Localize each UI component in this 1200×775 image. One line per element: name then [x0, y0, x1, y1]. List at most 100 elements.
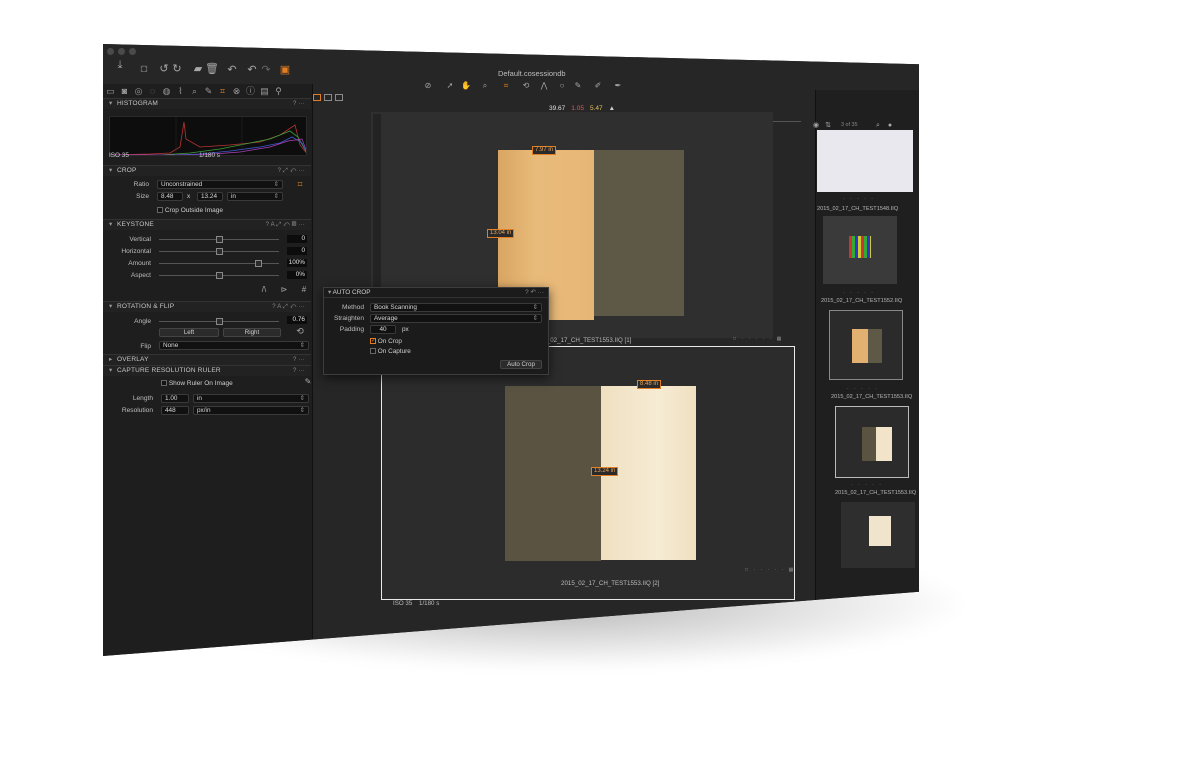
film-thumb-3[interactable]	[835, 406, 909, 478]
keystone-horizontal-knob[interactable]	[215, 248, 223, 255]
crop-header-icons[interactable]: ? ⤢ ↶ ···	[278, 166, 305, 176]
film-thumb-2-rating[interactable]: · · · · ·	[847, 386, 879, 392]
auto-crop-padding-input[interactable]: 40	[370, 325, 396, 334]
crop-width-input[interactable]: 8.48	[157, 192, 183, 201]
image-2-rating-dots[interactable]: □ · · · · · ▦	[745, 567, 795, 573]
viewer-mode-tabs[interactable]	[313, 94, 343, 101]
keystone-header-icons[interactable]: ? A ⤢ ↶ ▤ ···	[266, 220, 305, 230]
tool-tabs[interactable]: ▭ ◙ ◎ ◌ ◍ ⌇ ⌕ ✎ ⌗ ⊗ ⓘ ▤ ⚲	[105, 86, 284, 97]
crop-height-input[interactable]: 13.24	[197, 192, 223, 201]
crop-outside-row[interactable]: Crop Outside Image	[157, 207, 223, 214]
auto-crop-button[interactable]: Auto Crop	[500, 360, 542, 369]
details-icon[interactable]: ⌇	[175, 86, 186, 97]
camera-icon[interactable]: ◙	[119, 86, 130, 97]
histogram-header-icons[interactable]: ? ···	[293, 99, 305, 109]
image-1-rating-dots[interactable]: □ · · · · · ▦	[733, 336, 783, 342]
keystone-amount-slider[interactable]	[159, 260, 279, 267]
auto-crop-method-select[interactable]: Book Scanning ⇕	[370, 303, 542, 312]
batch-icon[interactable]: ⚲	[273, 86, 284, 97]
lens-icon[interactable]: ◎	[133, 86, 144, 97]
single-view-icon[interactable]	[324, 94, 332, 101]
rotate-right-icon[interactable]: ↻	[170, 64, 184, 75]
ruler-header[interactable]: ▾ CAPTURE RESOLUTION RULER ? ···	[103, 365, 311, 376]
auto-crop-header-icons[interactable]: ? ↶ ···	[525, 288, 544, 298]
redo-icon[interactable]: ↷	[259, 65, 273, 76]
keystone-horizontal-slider[interactable]	[159, 248, 279, 255]
auto-crop-header[interactable]: ▾ AUTO CROP ? ↶ ···	[324, 288, 548, 298]
rotation-header[interactable]: ▾ ROTATION & FLIP ? A ⤢ ↶ ···	[103, 301, 311, 312]
film-thumb-1-rating[interactable]: · · · · ·	[843, 290, 875, 296]
crop-unit-select[interactable]: in ⇕	[227, 192, 283, 201]
film-thumb-3-rating[interactable]: · · · · ·	[851, 482, 883, 488]
focus-icon[interactable]: ⌕	[189, 86, 200, 97]
layers-icon[interactable]: ◌	[147, 86, 158, 97]
keystone-amount-value[interactable]: 100%	[287, 259, 307, 267]
histogram-header[interactable]: ▾ HISTOGRAM ? ···	[103, 98, 311, 109]
keystone-vertical-knob[interactable]	[215, 236, 223, 243]
on-crop-checkbox[interactable]: ✓	[370, 338, 376, 345]
film-thumb-2[interactable]	[829, 310, 903, 380]
crop-tab-icon[interactable]: ⌗	[217, 86, 228, 97]
overlay-header[interactable]: ▸ OVERLAY ? ···	[103, 354, 311, 365]
import-icon[interactable]: ⤓	[113, 60, 127, 71]
window-controls[interactable]	[107, 48, 136, 55]
output-icon[interactable]: ▤	[259, 86, 270, 97]
overlay-header-icons[interactable]: ? ···	[293, 355, 305, 365]
rotation-angle-knob[interactable]	[216, 318, 223, 325]
ruler-resolution-unit-select[interactable]: px/in ⇕	[193, 406, 309, 415]
keystone-vertical-value[interactable]: 0	[287, 235, 307, 243]
keystone-vertical-slider[interactable]	[159, 236, 279, 243]
flip-select[interactable]: None ⇕	[159, 341, 309, 350]
keystone-aspect-slider[interactable]	[159, 272, 279, 279]
crop-header[interactable]: ▾ CROP ? ⤢ ↶ ···	[103, 165, 311, 176]
rotate-left-icon[interactable]: ↺	[157, 64, 171, 75]
ruler-resolution-input[interactable]: 448	[161, 406, 189, 415]
keystone-horizontal-value[interactable]: 0	[287, 247, 307, 255]
reset-icon[interactable]: ↶	[225, 65, 239, 76]
crop-outside-checkbox[interactable]	[157, 207, 163, 214]
copy-apply-icon[interactable]: ▣	[278, 65, 292, 76]
ruler-header-icons[interactable]: ? ···	[293, 366, 305, 376]
undo-icon[interactable]: ↶	[245, 65, 259, 76]
rotation-reset-icon[interactable]: ⟲	[293, 326, 307, 337]
capture-icon[interactable]: ◘	[137, 64, 151, 75]
show-ruler-row[interactable]: Show Ruler On Image	[161, 380, 233, 387]
close-window-button[interactable]	[107, 48, 114, 55]
rotation-angle-slider[interactable]	[159, 318, 279, 325]
crop-ratio-select[interactable]: Unconstrained ⇕	[157, 180, 283, 189]
crop-ratio-tool-icon[interactable]: ⌗	[293, 179, 307, 190]
keystone-horizontal-icon[interactable]: ⊳	[277, 284, 291, 295]
keystone-header[interactable]: ▾ KEYSTONE ? A ⤢ ↶ ▤ ···	[103, 219, 311, 230]
color-icon[interactable]: ◍	[161, 86, 172, 97]
rotation-angle-value[interactable]: 0.76	[287, 316, 307, 324]
move-to-folder-icon[interactable]: ▰	[191, 64, 205, 75]
compare-view-icon[interactable]	[335, 94, 343, 101]
metadata-icon[interactable]: ⓘ	[245, 86, 256, 97]
on-capture-checkbox[interactable]	[370, 348, 376, 355]
keystone-grid-icon[interactable]: #	[297, 284, 311, 295]
film-thumb-0-rating[interactable]: · · · · ·	[843, 196, 875, 202]
auto-crop-straighten-select[interactable]: Average ⇕	[370, 314, 542, 323]
keystone-aspect-knob[interactable]	[215, 272, 223, 279]
rotation-header-icons[interactable]: ? A ⤢ ↶ ···	[272, 302, 305, 312]
show-ruler-checkbox[interactable]	[161, 380, 167, 387]
ruler-length-unit-select[interactable]: in ⇕	[193, 394, 309, 403]
keystone-aspect-value[interactable]: 0%	[287, 271, 307, 279]
auto-crop-on-capture-row[interactable]: On Capture	[370, 348, 411, 355]
multi-view-icon[interactable]	[313, 94, 321, 101]
picker-icon[interactable]: ✎	[203, 86, 214, 97]
trash-icon[interactable]: 🗑	[205, 64, 219, 75]
minimize-window-button[interactable]	[118, 48, 125, 55]
keystone-amount-knob[interactable]	[255, 260, 263, 267]
rotate-right-button[interactable]: Right	[223, 328, 281, 337]
zoom-window-button[interactable]	[129, 48, 136, 55]
folder-icon[interactable]: ▭	[105, 86, 116, 97]
film-thumb-4[interactable]	[841, 502, 915, 568]
film-thumb-0[interactable]	[817, 130, 913, 192]
rotate-left-button[interactable]: Left	[159, 328, 219, 337]
auto-crop-on-crop-row[interactable]: ✓ On Crop	[370, 338, 402, 345]
adjustments-icon[interactable]: ⊗	[231, 86, 242, 97]
film-thumb-1[interactable]	[823, 216, 897, 284]
keystone-vertical-icon[interactable]: /\	[257, 284, 271, 295]
ruler-length-input[interactable]: 1.00	[161, 394, 189, 403]
